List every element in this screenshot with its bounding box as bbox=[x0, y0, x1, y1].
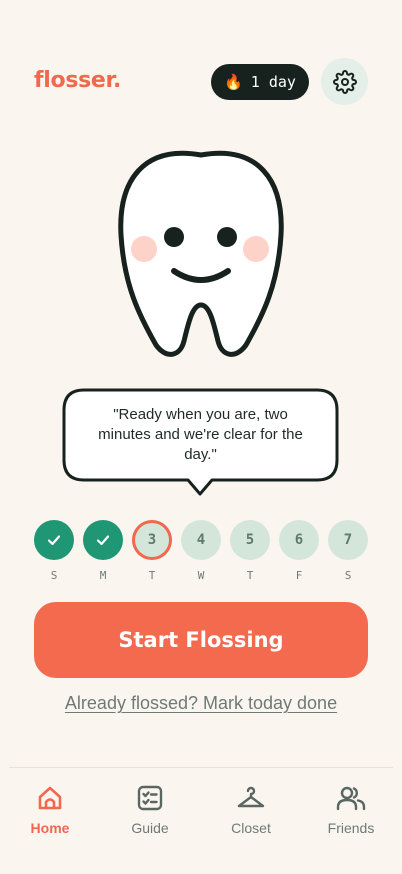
tab-label: Home bbox=[30, 820, 70, 836]
friends-icon bbox=[336, 786, 366, 811]
day-sunday[interactable]: S bbox=[34, 520, 74, 582]
day-tuesday[interactable]: 3 T bbox=[132, 520, 172, 582]
day-circle[interactable] bbox=[83, 520, 123, 560]
tooth-mascot bbox=[118, 150, 284, 357]
day-circle[interactable]: 4 bbox=[181, 520, 221, 560]
tabbar-divider bbox=[9, 767, 393, 768]
app-logo: flosser. bbox=[34, 68, 122, 93]
day-circle[interactable]: 3 bbox=[132, 520, 172, 560]
day-circle[interactable]: 7 bbox=[328, 520, 368, 560]
flame-icon: 🔥 bbox=[224, 72, 243, 91]
day-wednesday[interactable]: 4 W bbox=[181, 520, 221, 582]
check-icon bbox=[96, 535, 110, 546]
day-saturday[interactable]: 7 S bbox=[328, 520, 368, 582]
streak-label: 1 day bbox=[250, 73, 296, 91]
tab-friends[interactable]: Friends bbox=[311, 778, 391, 848]
tab-label: Closet bbox=[231, 820, 271, 836]
gear-icon bbox=[332, 69, 357, 94]
day-circle[interactable]: 6 bbox=[279, 520, 319, 560]
day-letter: M bbox=[99, 569, 107, 582]
day-letter: W bbox=[197, 569, 205, 582]
check-icon bbox=[47, 535, 61, 546]
right-cheek bbox=[243, 236, 269, 262]
day-circle[interactable]: 5 bbox=[230, 520, 270, 560]
day-letter: T bbox=[148, 569, 156, 582]
speech-text: "Ready when you are, two minutes and we'… bbox=[98, 406, 303, 463]
day-circle[interactable] bbox=[34, 520, 74, 560]
checklist-icon bbox=[137, 785, 163, 811]
left-eye bbox=[164, 227, 184, 247]
tab-home[interactable]: Home bbox=[10, 778, 90, 848]
speech-bubble: "Ready when you are, two minutes and we'… bbox=[62, 388, 339, 496]
start-flossing-button[interactable]: Start Flossing bbox=[34, 602, 368, 678]
week-tracker: S M 3 T 4 W 5 T 6 F 7 S bbox=[34, 520, 368, 584]
tab-label: Friends bbox=[327, 820, 375, 836]
day-friday[interactable]: 6 F bbox=[279, 520, 319, 582]
streak-badge[interactable]: 🔥 1 day bbox=[211, 64, 309, 100]
right-eye bbox=[217, 227, 237, 247]
home-icon bbox=[38, 786, 62, 810]
left-cheek bbox=[131, 236, 157, 262]
tab-closet[interactable]: Closet bbox=[211, 778, 291, 848]
settings-button[interactable] bbox=[321, 58, 368, 105]
day-monday[interactable]: M bbox=[83, 520, 123, 582]
mark-today-done-link[interactable]: Already flossed? Mark today done bbox=[0, 693, 402, 714]
day-thursday[interactable]: 5 T bbox=[230, 520, 270, 582]
tab-label: Guide bbox=[131, 820, 169, 836]
day-letter: F bbox=[295, 569, 303, 582]
day-letter: S bbox=[50, 569, 58, 582]
day-letter: S bbox=[344, 569, 352, 582]
day-letter: T bbox=[246, 569, 254, 582]
bottom-tab-bar: Home Guide Closet Friends bbox=[0, 778, 402, 848]
hanger-icon bbox=[237, 786, 265, 808]
tab-guide[interactable]: Guide bbox=[110, 778, 190, 848]
